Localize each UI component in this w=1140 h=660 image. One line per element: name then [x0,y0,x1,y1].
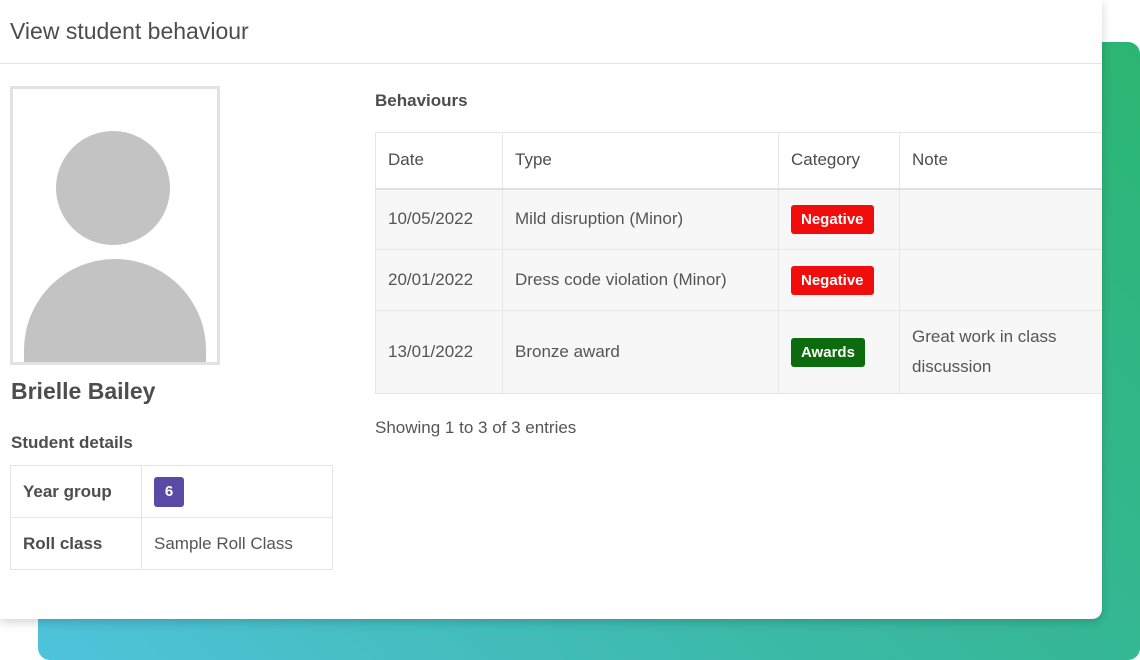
category-badge: Awards [791,338,865,367]
details-label: Roll class [10,517,142,570]
table-header-row: Date Type Category Note [375,132,1102,190]
behaviours-heading: Behaviours [375,91,468,110]
details-row-roll-class: Roll class Sample Roll Class [10,517,333,570]
year-group-badge: 6 [154,476,184,507]
details-row-year-group: Year group 6 [10,465,333,518]
table-row[interactable]: 10/05/2022 Mild disruption (Minor) Negat… [375,188,1102,250]
table-entries-info: Showing 1 to 3 of 3 entries [375,418,577,437]
table-row[interactable]: 13/01/2022 Bronze award Awards Great wor… [375,310,1102,394]
column-header-note[interactable]: Note [899,132,1102,190]
cell-date: 13/01/2022 [375,310,503,394]
avatar [10,86,220,365]
cell-note [899,249,1102,311]
cell-note [899,188,1102,250]
user-silhouette-icon [56,131,170,245]
student-details-heading: Student details [11,433,133,452]
roll-class-value: Sample Roll Class [141,517,333,570]
cell-note: Great work in class discussion [899,310,1102,394]
table-row[interactable]: 20/01/2022 Dress code violation (Minor) … [375,249,1102,311]
category-badge: Negative [791,204,874,234]
student-behaviour-card: View student behaviour Brielle Bailey St… [0,0,1102,619]
category-badge: Negative [791,265,874,295]
page-title: View student behaviour [10,18,249,44]
details-label: Year group [10,465,142,518]
column-header-category[interactable]: Category [778,132,900,190]
user-silhouette-body [24,259,206,362]
student-details-table: Year group 6 Roll class Sample Roll Clas… [10,465,333,570]
cell-date: 20/01/2022 [375,249,503,311]
behaviours-table: Date Type Category Note 10/05/2022 Mild … [375,132,1102,394]
card-header: View student behaviour [0,0,1102,64]
cell-type: Dress code violation (Minor) [502,249,779,311]
student-name: Brielle Bailey [11,378,156,404]
column-header-type[interactable]: Type [502,132,779,190]
cell-type: Bronze award [502,310,779,394]
column-header-date[interactable]: Date [375,132,503,190]
cell-date: 10/05/2022 [375,188,503,250]
cell-type: Mild disruption (Minor) [502,188,779,250]
